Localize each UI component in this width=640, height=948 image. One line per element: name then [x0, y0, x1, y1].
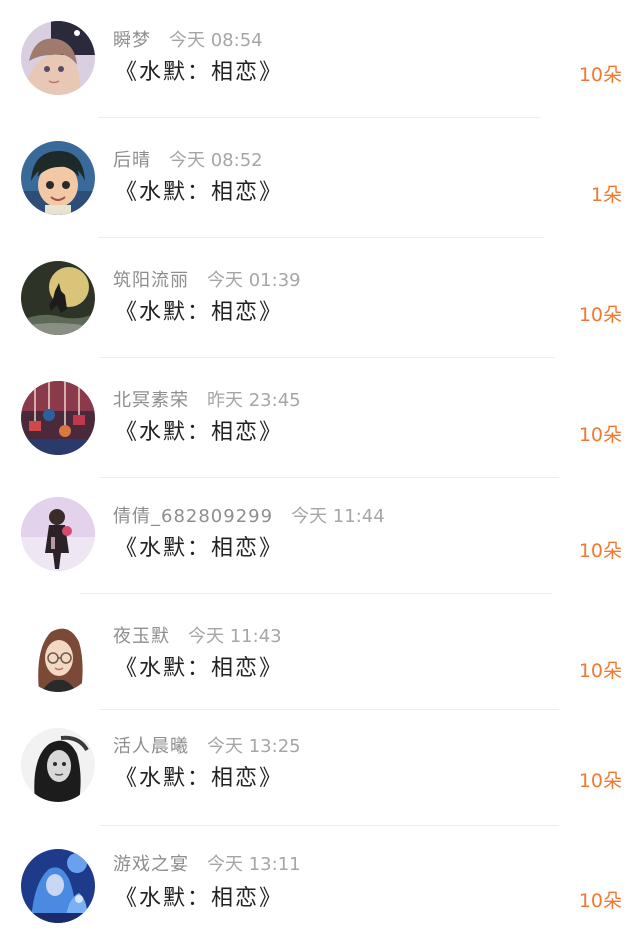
user-name[interactable]: 北冥素荣	[113, 390, 189, 411]
divider	[99, 477, 559, 478]
divider	[99, 825, 559, 826]
gift-title: 《水默：相恋》	[115, 420, 284, 445]
record-meta: 瞬梦 今天 08:54	[113, 29, 263, 53]
user-name[interactable]: 夜玉默	[113, 626, 170, 647]
gift-title: 《水默：相恋》	[115, 766, 284, 791]
gift-title: 《水默：相恋》	[115, 886, 284, 911]
divider	[99, 357, 555, 358]
divider	[98, 117, 540, 118]
gift-title: 《水默：相恋》	[115, 300, 284, 325]
user-name[interactable]: 游戏之宴	[113, 854, 189, 875]
timestamp: 今天 01:39	[207, 270, 301, 291]
user-name[interactable]: 活人晨曦	[113, 736, 189, 757]
record-meta: 活人晨曦 今天 13:25	[113, 735, 301, 759]
bw-portrait-avatar-icon[interactable]	[21, 728, 95, 802]
flower-count: 1朵	[590, 184, 622, 206]
flower-count: 10朵	[578, 890, 622, 912]
timestamp: 今天 11:44	[291, 506, 385, 527]
list-item[interactable]: 倩倩_682809299 今天 11:44 《水默：相恋》 10朵	[0, 480, 640, 600]
list-item[interactable]: 游戏之宴 今天 13:11 《水默：相恋》 10朵	[0, 828, 640, 948]
record-meta: 北冥素荣 昨天 23:45	[113, 389, 301, 413]
girl-figure-avatar-icon[interactable]	[21, 497, 95, 571]
gift-title: 《水默：相恋》	[115, 60, 284, 85]
list-item[interactable]: 北冥素荣 昨天 23:45 《水默：相恋》 10朵	[0, 360, 640, 480]
record-meta: 倩倩_682809299 今天 11:44	[113, 505, 385, 529]
record-meta: 后晴 今天 08:52	[113, 149, 263, 173]
timestamp: 今天 08:54	[169, 30, 263, 51]
wolf-moon-avatar-icon[interactable]	[21, 261, 95, 335]
divider	[98, 237, 544, 238]
anime-girl-avatar-icon[interactable]	[21, 21, 95, 95]
list-item[interactable]: 后晴 今天 08:52 《水默：相恋》 1朵	[0, 120, 640, 240]
timestamp: 今天 13:25	[207, 736, 301, 757]
flower-count: 10朵	[578, 770, 622, 792]
list-item[interactable]: 筑阳流丽 今天 01:39 《水默：相恋》 10朵	[0, 240, 640, 360]
glasses-girl-avatar-icon[interactable]	[21, 618, 95, 692]
record-meta: 夜玉默 今天 11:43	[113, 625, 282, 649]
list-item[interactable]: 瞬梦 今天 08:54 《水默：相恋》 10朵	[0, 0, 640, 120]
user-name[interactable]: 后晴	[113, 150, 151, 171]
record-meta: 筑阳流丽 今天 01:39	[113, 269, 301, 293]
flower-count: 10朵	[578, 424, 622, 446]
divider	[80, 593, 552, 594]
blue-fantasy-avatar-icon[interactable]	[21, 849, 95, 923]
timestamp: 今天 13:11	[207, 854, 301, 875]
list-item[interactable]: 夜玉默 今天 11:43 《水默：相恋》 10朵	[0, 596, 640, 716]
timestamp: 今天 08:52	[169, 150, 263, 171]
timestamp: 昨天 23:45	[207, 390, 301, 411]
gift-record-list: 瞬梦 今天 08:54 《水默：相恋》 10朵 后晴 今天 08:52 《水默：相恋…	[0, 0, 640, 947]
timestamp: 今天 11:43	[188, 626, 282, 647]
gift-title: 《水默：相恋》	[115, 180, 284, 205]
user-name[interactable]: 瞬梦	[113, 30, 151, 51]
user-name[interactable]: 筑阳流丽	[113, 270, 189, 291]
flower-count: 10朵	[578, 540, 622, 562]
gift-title: 《水默：相恋》	[115, 656, 284, 681]
user-name[interactable]: 倩倩_682809299	[113, 506, 273, 527]
flower-count: 10朵	[578, 64, 622, 86]
anime-boy-avatar-icon[interactable]	[21, 141, 95, 215]
gift-title: 《水默：相恋》	[115, 536, 284, 561]
flower-count: 10朵	[578, 304, 622, 326]
record-meta: 游戏之宴 今天 13:11	[113, 853, 301, 877]
hanging-ornaments-avatar-icon[interactable]	[21, 381, 95, 455]
flower-count: 10朵	[578, 660, 622, 682]
list-item[interactable]: 活人晨曦 今天 13:25 《水默：相恋》 10朵	[0, 708, 640, 828]
